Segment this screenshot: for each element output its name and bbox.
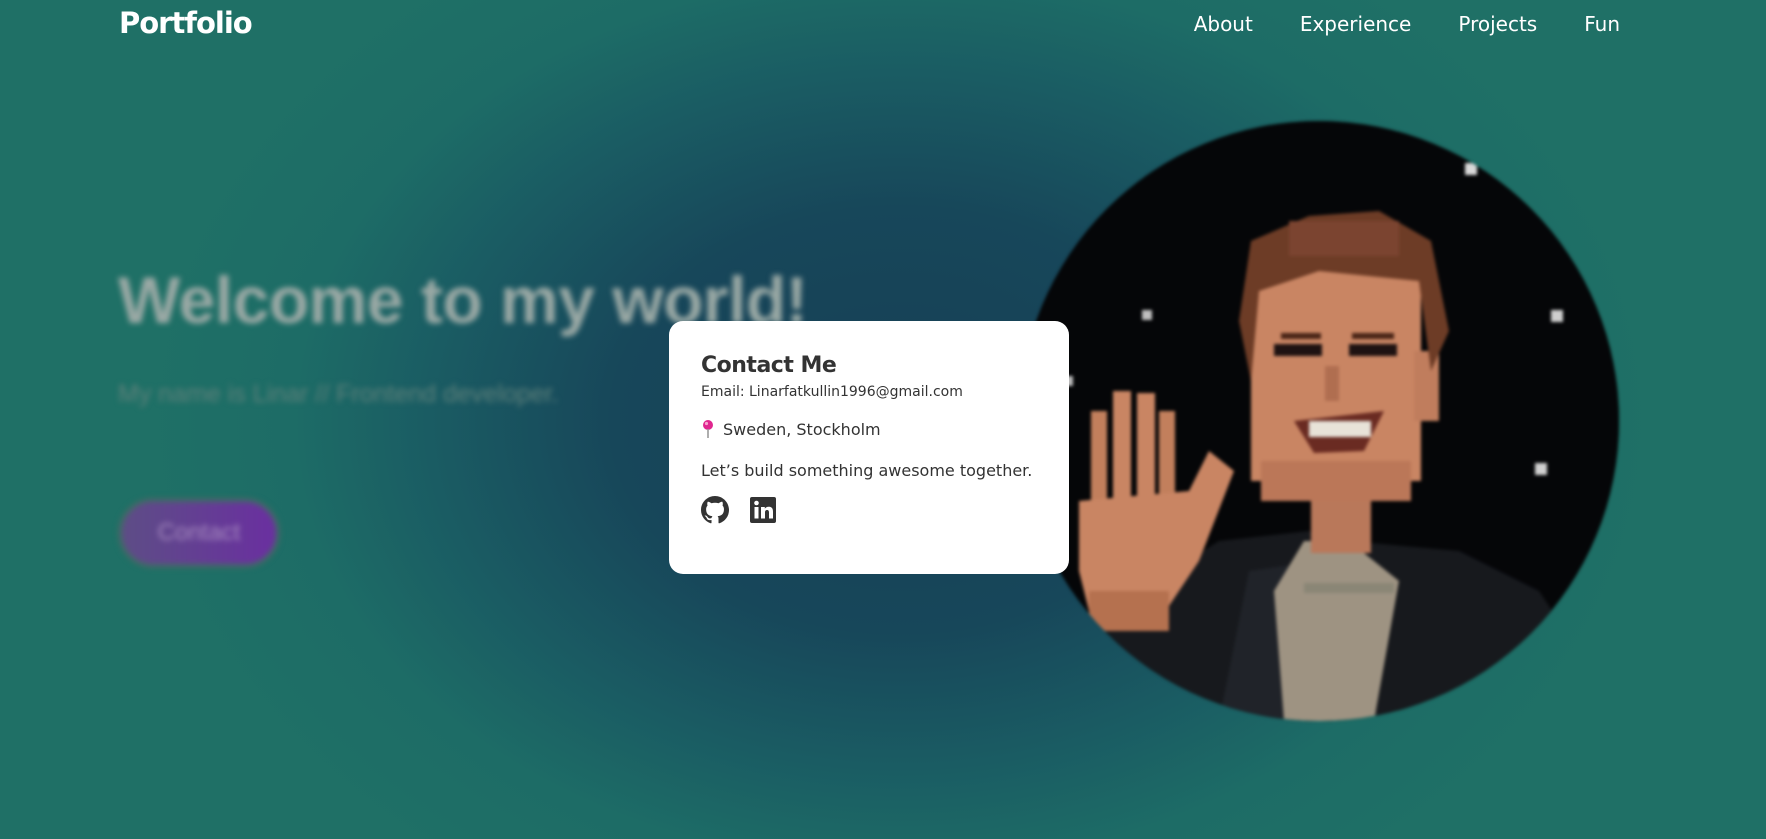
nav-link-projects[interactable]: Projects: [1458, 12, 1537, 36]
pushpin-icon: [703, 420, 713, 439]
hero-subtitle: My name is Linar // Frontend developer.: [118, 380, 559, 408]
logo[interactable]: Portfolio: [119, 6, 253, 40]
linkedin-icon: [750, 497, 776, 524]
navbar: Portfolio About Experience Projects Fun: [0, 0, 1766, 50]
social-links: [701, 496, 1037, 524]
contact-tagline: Let’s build something awesome together.: [701, 461, 1033, 481]
avatar: [1019, 121, 1619, 721]
contact-email: Email: Linarfatkullin1996@gmail.com: [701, 384, 963, 400]
nav-link-about[interactable]: About: [1194, 12, 1253, 36]
nav-links: About Experience Projects Fun: [1194, 12, 1620, 36]
contact-modal: Contact Me Email: Linarfatkullin1996@gma…: [669, 321, 1069, 574]
contact-title: Contact Me: [701, 353, 837, 378]
contact-location: Sweden, Stockholm: [701, 419, 1037, 439]
location-text: Sweden, Stockholm: [723, 419, 881, 439]
linkedin-link[interactable]: [749, 496, 777, 524]
nav-link-experience[interactable]: Experience: [1300, 12, 1412, 36]
github-link[interactable]: [701, 496, 729, 524]
pixel-art-avatar-icon: [1019, 121, 1619, 721]
github-icon: [701, 496, 729, 524]
contact-button[interactable]: Contact: [118, 498, 280, 568]
nav-link-fun[interactable]: Fun: [1584, 12, 1620, 36]
